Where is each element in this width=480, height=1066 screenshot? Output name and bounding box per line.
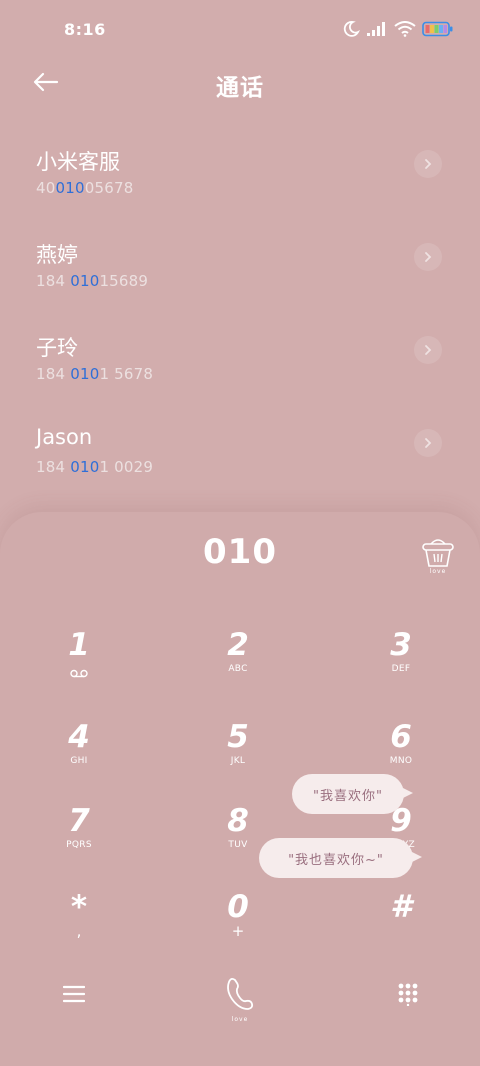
list-item[interactable]: 小米客服 4001005678 [0, 116, 480, 209]
status-bar: 8:16 [0, 0, 480, 62]
status-icons [342, 20, 454, 42]
contact-result-list: 小米客服 4001005678 燕婷 184 01015689 子玲 184 0… [0, 116, 480, 488]
contact-number: 184 0101 0029 [36, 458, 154, 476]
number-match-highlight: 010 [70, 272, 100, 290]
wifi-icon [394, 21, 416, 41]
list-item[interactable]: Jason 184 0101 0029 [0, 395, 480, 488]
dial-panel: 010 love 1 2 ABC 3 DEF 4 GHI 5 JKL 6 MNO… [0, 512, 480, 1066]
number-match-highlight: 010 [55, 179, 85, 197]
number-match-highlight: 010 [70, 458, 100, 476]
contact-number: 4001005678 [36, 179, 134, 197]
contact-name: 子玲 [36, 336, 78, 360]
dialer-screen: 8:16 通话 小米客服 4001005678 燕婷 184 01015689 … [0, 0, 480, 1066]
contact-detail-button[interactable] [414, 243, 442, 271]
chevron-right-icon [423, 155, 433, 174]
chevron-right-icon [423, 434, 433, 453]
delete-caption: love [429, 568, 447, 575]
star-flower-icon: * [70, 889, 88, 925]
call-button[interactable]: love [214, 966, 266, 1028]
key-2[interactable]: 2 ABC [178, 628, 298, 698]
chevron-right-icon [423, 341, 433, 360]
key-hash[interactable]: # [341, 890, 461, 960]
speech-bubble-1: "我喜欢你" [292, 774, 413, 814]
call-icon [222, 975, 258, 1019]
status-time: 8:16 [64, 20, 106, 39]
key-star[interactable]: * , [19, 890, 139, 960]
contact-detail-button[interactable] [414, 429, 442, 457]
key-5[interactable]: 5 JKL [178, 720, 298, 790]
menu-button[interactable] [56, 978, 92, 1014]
voicemail-icon [19, 663, 139, 682]
page-title: 通话 [216, 75, 264, 101]
contact-number: 184 01015689 [36, 272, 149, 290]
key-7[interactable]: 7 PQRS [19, 804, 139, 874]
contact-detail-button[interactable] [414, 336, 442, 364]
contact-detail-button[interactable] [414, 150, 442, 178]
key-0[interactable]: 0 + [178, 890, 298, 960]
speech-bubble-2: "我也喜欢你~" [259, 838, 422, 878]
contact-name: Jason [36, 425, 93, 449]
key-3[interactable]: 3 DEF [341, 628, 461, 698]
dialpad-icon [397, 982, 419, 1010]
key-1[interactable]: 1 [19, 628, 139, 698]
number-match-highlight: 010 [70, 365, 100, 383]
contact-name: 燕婷 [36, 243, 78, 267]
header: 通话 [0, 62, 480, 106]
battery-icon [422, 21, 454, 41]
contact-name: 小米客服 [36, 150, 120, 174]
menu-icon [62, 985, 86, 1007]
dialed-number-field[interactable]: 010 [0, 532, 480, 572]
chevron-right-icon [423, 248, 433, 267]
call-caption: love [231, 1016, 249, 1023]
signal-icon [366, 21, 388, 41]
list-item[interactable]: 燕婷 184 01015689 [0, 209, 480, 302]
key-4[interactable]: 4 GHI [19, 720, 139, 790]
delete-button[interactable]: love [418, 534, 458, 578]
moon-icon [342, 20, 361, 42]
list-item[interactable]: 子玲 184 0101 5678 [0, 302, 480, 395]
dialpad-toggle-button[interactable] [390, 978, 426, 1014]
contact-number: 184 0101 5678 [36, 365, 154, 383]
bottom-bar: love [0, 956, 480, 1066]
